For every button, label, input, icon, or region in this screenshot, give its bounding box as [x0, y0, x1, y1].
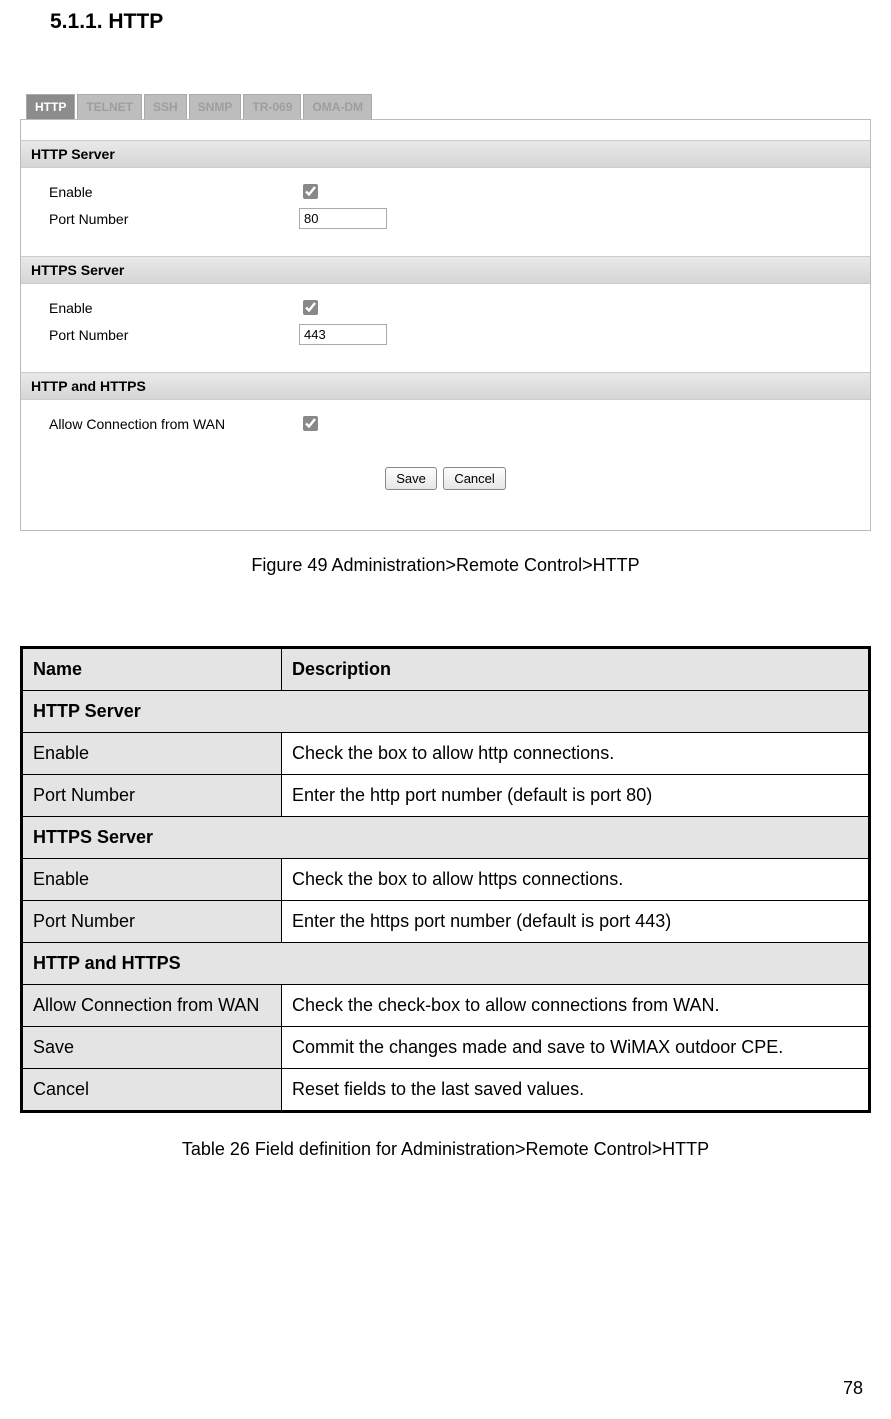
https-enable-label: Enable [49, 300, 299, 316]
table-name-cell: Save [22, 1027, 282, 1069]
save-button[interactable]: Save [385, 467, 437, 490]
table-section-cell: HTTPS Server [22, 817, 870, 859]
settings-panel: HTTP Server Enable Port Number HTTPS Ser… [20, 119, 871, 531]
table-section-row: HTTPS Server [22, 817, 870, 859]
table-desc-cell: Check the check-box to allow connections… [282, 985, 870, 1027]
allow-wan-checkbox[interactable] [303, 416, 318, 431]
table-section-cell: HTTP and HTTPS [22, 943, 870, 985]
https-port-label: Port Number [49, 327, 299, 343]
table-row: SaveCommit the changes made and save to … [22, 1027, 870, 1069]
header-name: Name [22, 648, 282, 691]
figure-caption: Figure 49 Administration>Remote Control>… [20, 555, 871, 576]
allow-wan-row: Allow Connection from WAN [21, 410, 870, 437]
header-description: Description [282, 648, 870, 691]
table-header-row: NameDescription [22, 648, 870, 691]
table-caption: Table 26 Field definition for Administra… [20, 1139, 871, 1160]
table-row: EnableCheck the box to allow https conne… [22, 859, 870, 901]
table-row: EnableCheck the box to allow http connec… [22, 733, 870, 775]
table-name-cell: Enable [22, 859, 282, 901]
table-section-row: HTTP Server [22, 691, 870, 733]
table-desc-cell: Reset fields to the last saved values. [282, 1069, 870, 1112]
table-name-cell: Enable [22, 733, 282, 775]
http-port-label: Port Number [49, 211, 299, 227]
https-enable-row: Enable [21, 294, 870, 321]
table-row: Port NumberEnter the https port number (… [22, 901, 870, 943]
tab-telnet[interactable]: TELNET [77, 94, 142, 119]
table-desc-cell: Check the box to allow http connections. [282, 733, 870, 775]
allow-wan-label: Allow Connection from WAN [49, 416, 299, 432]
section-heading: 5.1.1. HTTP [50, 10, 871, 34]
https-port-row: Port Number [21, 321, 870, 348]
cancel-button[interactable]: Cancel [443, 467, 505, 490]
page-number: 78 [843, 1378, 863, 1399]
table-name-cell: Cancel [22, 1069, 282, 1112]
button-row: Save Cancel [21, 467, 870, 490]
http-port-input[interactable] [299, 208, 387, 229]
table-section-cell: HTTP Server [22, 691, 870, 733]
table-row: Port NumberEnter the http port number (d… [22, 775, 870, 817]
table-name-cell: Allow Connection from WAN [22, 985, 282, 1027]
definition-table: NameDescriptionHTTP ServerEnableCheck th… [20, 646, 871, 1113]
tab-snmp[interactable]: SNMP [189, 94, 242, 119]
table-row: CancelReset fields to the last saved val… [22, 1069, 870, 1112]
https-server-title: HTTPS Server [21, 256, 870, 284]
table-desc-cell: Check the box to allow https connections… [282, 859, 870, 901]
table-desc-cell: Enter the https port number (default is … [282, 901, 870, 943]
tab-ssh[interactable]: SSH [144, 94, 187, 119]
tab-http[interactable]: HTTP [26, 94, 75, 119]
tab-tr069[interactable]: TR-069 [243, 94, 301, 119]
tab-omadm[interactable]: OMA-DM [303, 94, 372, 119]
http-enable-checkbox[interactable] [303, 184, 318, 199]
http-port-row: Port Number [21, 205, 870, 232]
http-enable-row: Enable [21, 178, 870, 205]
http-enable-label: Enable [49, 184, 299, 200]
table-desc-cell: Enter the http port number (default is p… [282, 775, 870, 817]
table-name-cell: Port Number [22, 901, 282, 943]
table-section-row: HTTP and HTTPS [22, 943, 870, 985]
tab-strip: HTTP TELNET SSH SNMP TR-069 OMA-DM [26, 94, 871, 119]
table-name-cell: Port Number [22, 775, 282, 817]
table-desc-cell: Commit the changes made and save to WiMA… [282, 1027, 870, 1069]
table-row: Allow Connection from WANCheck the check… [22, 985, 870, 1027]
http-and-https-title: HTTP and HTTPS [21, 372, 870, 400]
http-server-title: HTTP Server [21, 140, 870, 168]
https-port-input[interactable] [299, 324, 387, 345]
https-enable-checkbox[interactable] [303, 300, 318, 315]
